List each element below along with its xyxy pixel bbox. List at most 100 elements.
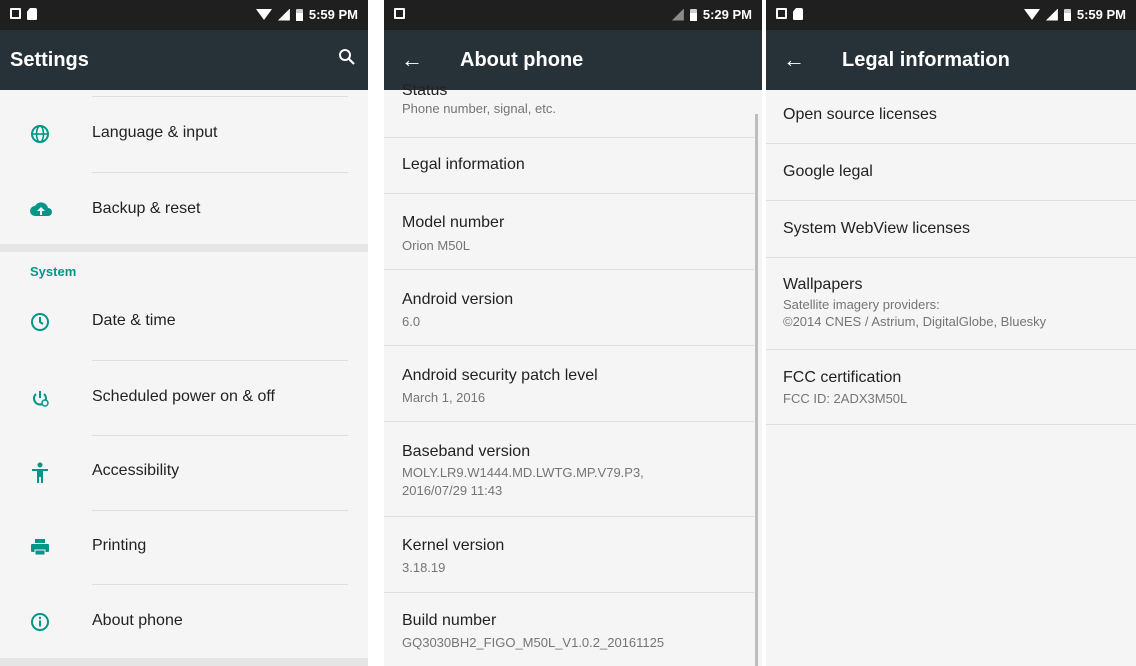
list-item-fcc-certification[interactable]: FCC certification FCC ID: 2ADX3M50L xyxy=(766,350,1136,425)
settings-item-label: Language & input xyxy=(92,124,218,141)
item-subtitle: Satellite imagery providers: xyxy=(783,297,940,312)
settings-item-label: Accessibility xyxy=(92,462,180,479)
app-bar: Settings xyxy=(0,30,368,90)
settings-item-printing[interactable]: Printing xyxy=(0,511,368,585)
accessibility-icon xyxy=(30,462,52,484)
status-time: 5:29 PM xyxy=(702,7,752,22)
about-phone-screen: 5:29 PM ← About phone Status Phone numbe… xyxy=(384,0,762,666)
back-arrow-icon[interactable]: ← xyxy=(766,47,822,73)
status-bar: 5:59 PM xyxy=(0,0,368,30)
list-item-security-patch[interactable]: Android security patch level March 1, 20… xyxy=(384,346,754,422)
divider xyxy=(92,172,348,173)
settings-item-date-time[interactable]: Date & time xyxy=(0,286,368,360)
page-title: Legal information xyxy=(842,48,1010,71)
info-icon xyxy=(30,612,52,634)
settings-item-about-phone[interactable]: About phone xyxy=(0,586,368,660)
status-time: 5:59 PM xyxy=(1076,7,1126,22)
page-title: About phone xyxy=(460,48,584,71)
settings-item-label: About phone xyxy=(92,612,183,629)
item-subtitle-line2: 2016/07/29 11:43 xyxy=(402,483,503,498)
list-item-android-version[interactable]: Android version 6.0 xyxy=(384,270,754,346)
list-item-build-number[interactable]: Build number GQ3030BH2_FIGO_M50L_V1.0.2_… xyxy=(384,593,754,666)
list-item-webview-licenses[interactable]: System WebView licenses xyxy=(766,201,1136,258)
battery-icon xyxy=(689,8,697,21)
power-schedule-icon xyxy=(30,388,52,410)
item-subtitle: GQ3030BH2_FIGO_M50L_V1.0.2_20161125 xyxy=(402,635,665,650)
list-item-open-source-licenses[interactable]: Open source licenses xyxy=(766,90,1136,144)
item-title: Model number xyxy=(402,214,505,231)
list-item-google-legal[interactable]: Google legal xyxy=(766,144,1136,201)
settings-item-label: Scheduled power on & off xyxy=(92,388,275,405)
settings-item-label: Printing xyxy=(92,537,147,554)
item-title: Build number xyxy=(402,612,497,629)
item-title: Wallpapers xyxy=(783,276,863,293)
app-bar: ← Legal information xyxy=(766,30,1136,90)
wifi-icon xyxy=(1023,9,1040,20)
scrollbar[interactable] xyxy=(755,114,758,666)
cloud-upload-icon xyxy=(30,200,52,222)
search-icon[interactable] xyxy=(338,48,356,71)
status-time: 5:59 PM xyxy=(308,7,358,22)
list-item-wallpapers[interactable]: Wallpapers Satellite imagery providers: … xyxy=(766,258,1136,350)
item-subtitle: MOLY.LR9.W1444.MD.LWTG.MP.V79.P3, xyxy=(402,465,644,480)
section-divider xyxy=(0,658,368,666)
battery-icon xyxy=(1063,8,1071,21)
settings-item-language[interactable]: Language & input xyxy=(0,98,368,172)
list-item-legal-information[interactable]: Legal information xyxy=(384,138,754,194)
sd-card-icon xyxy=(27,8,37,20)
settings-item-label: Backup & reset xyxy=(92,200,201,217)
list-item-kernel-version[interactable]: Kernel version 3.18.19 xyxy=(384,517,754,593)
back-arrow-icon[interactable]: ← xyxy=(384,47,440,73)
settings-item-scheduled-power[interactable]: Scheduled power on & off xyxy=(0,362,368,436)
clock-icon xyxy=(30,312,52,334)
status-bar: 5:29 PM xyxy=(384,0,762,30)
printer-icon xyxy=(30,537,52,559)
settings-item-accessibility[interactable]: Accessibility xyxy=(0,436,368,510)
wifi-icon xyxy=(255,9,272,20)
no-signal-icon xyxy=(671,8,684,21)
status-bar: 5:59 PM xyxy=(766,0,1136,30)
settings-list: Language & input Backup & reset System D… xyxy=(0,90,368,666)
notification-icon xyxy=(776,8,787,19)
legal-information-screen: 5:59 PM ← Legal information Open source … xyxy=(766,0,1136,666)
list-item-status[interactable]: Status Phone number, signal, etc. xyxy=(384,82,754,138)
battery-icon xyxy=(295,8,303,21)
sd-card-icon xyxy=(793,8,803,20)
divider xyxy=(92,360,348,361)
divider xyxy=(92,96,348,97)
item-subtitle: FCC ID: 2ADX3M50L xyxy=(783,391,908,406)
divider xyxy=(92,584,348,585)
item-title: Kernel version xyxy=(402,537,505,554)
list-item-baseband-version[interactable]: Baseband version MOLY.LR9.W1444.MD.LWTG.… xyxy=(384,422,754,517)
about-list: Status Phone number, signal, etc. Legal … xyxy=(384,82,762,666)
list-item-model-number[interactable]: Model number Orion M50L xyxy=(384,194,754,270)
item-subtitle: 6.0 xyxy=(402,314,421,329)
item-title: Google legal xyxy=(783,163,873,180)
notification-icon xyxy=(10,8,21,19)
settings-screen: 5:59 PM Settings Language & input Backup… xyxy=(0,0,368,666)
item-title: Android security patch level xyxy=(402,367,598,384)
item-title: FCC certification xyxy=(783,369,902,386)
signal-icon xyxy=(277,8,290,21)
item-subtitle: 3.18.19 xyxy=(402,560,446,575)
item-title: Android version xyxy=(402,291,514,308)
globe-icon xyxy=(30,124,52,146)
signal-icon xyxy=(1045,8,1058,21)
item-subtitle: Phone number, signal, etc. xyxy=(402,101,556,116)
settings-item-label: Date & time xyxy=(92,312,176,329)
settings-item-backup[interactable]: Backup & reset xyxy=(0,174,368,248)
page-title: Settings xyxy=(10,48,89,71)
item-title: System WebView licenses xyxy=(783,220,971,237)
legal-list: Open source licenses Google legal System… xyxy=(766,90,1136,666)
item-title: Status xyxy=(402,82,448,99)
section-divider xyxy=(0,244,368,252)
app-bar: ← About phone xyxy=(384,30,762,90)
item-subtitle-line2: ©2014 CNES / Astrium, DigitalGlobe, Blue… xyxy=(783,314,1047,329)
notification-icon xyxy=(394,8,405,19)
item-title: Baseband version xyxy=(402,443,531,460)
item-subtitle: March 1, 2016 xyxy=(402,390,486,405)
item-title: Legal information xyxy=(402,156,525,173)
item-subtitle: Orion M50L xyxy=(402,238,470,253)
section-header-system: System xyxy=(30,264,77,279)
item-title: Open source licenses xyxy=(783,106,937,123)
